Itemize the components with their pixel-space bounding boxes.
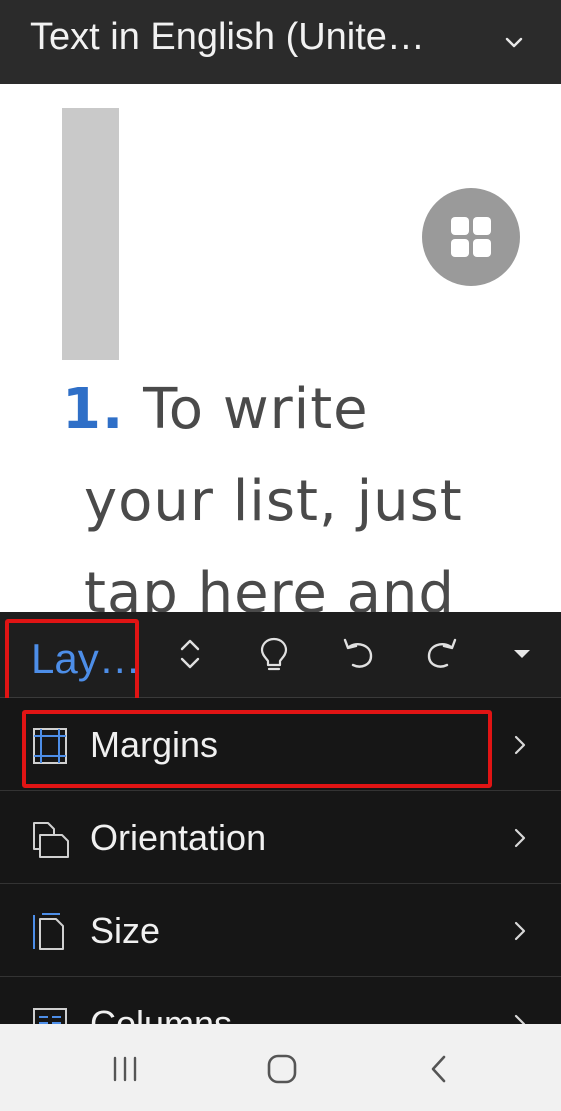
list-line: tap here and [84,561,455,612]
layout-tab-selector[interactable]: Lay… [5,619,141,705]
back-icon [431,1055,446,1083]
margins-icon [33,728,67,764]
menu-item-label: Margins [90,724,219,765]
back-button[interactable] [414,1044,464,1094]
list-number: 1. [62,377,125,442]
language-bar[interactable]: Text in English (Unite… [0,0,561,84]
more-commands-button[interactable] [502,634,542,674]
orientation-icon [33,822,69,858]
menu-item-orientation[interactable]: Orientation [0,791,561,884]
recent-apps-button[interactable] [100,1044,150,1094]
home-icon [267,1054,297,1084]
home-button[interactable] [257,1044,307,1094]
redo-icon [427,638,457,668]
layout-options-icon [451,217,491,257]
page-size-icon [33,913,64,950]
redo-button[interactable] [422,634,462,674]
system-nav-bar [0,1024,561,1111]
layout-menu: Margins Orientation Size Columns [0,698,561,1024]
lightbulb-icon [260,637,288,671]
menu-item-size[interactable]: Size [0,884,561,977]
columns-icon [33,1008,67,1024]
menu-item-columns[interactable]: Columns [0,977,561,1024]
ideas-button[interactable] [254,634,294,674]
layout-options-button[interactable] [422,188,520,286]
menu-item-label: Orientation [90,817,267,858]
expand-collapse-button[interactable] [170,634,210,674]
document-canvas[interactable]: 1. To write your list, just tap here and [0,84,561,612]
menu-item-margins[interactable]: Margins [0,698,561,791]
list-line: 1. To write [62,377,369,442]
chevron-right-icon [514,1014,526,1024]
dropdown-triangle-icon [514,650,530,658]
language-title: Text in English (Unite… [30,16,425,58]
image-placeholder[interactable] [62,108,119,360]
list-line: your list, just [84,469,463,534]
expand-collapse-icon [180,639,200,669]
menu-item-label: Size [90,910,161,951]
list-text[interactable]: 1. To write your list, just tap here and [62,364,522,612]
undo-icon [343,638,373,668]
ribbon-toolbar: Lay… [0,612,561,705]
menu-item-label: Columns [90,1003,233,1024]
chevron-right-icon [514,735,526,755]
chevron-right-icon [514,828,526,848]
chevron-right-icon [514,921,526,941]
chevron-down-icon[interactable] [500,28,528,56]
undo-button[interactable] [338,634,378,674]
recent-apps-icon [113,1056,137,1082]
